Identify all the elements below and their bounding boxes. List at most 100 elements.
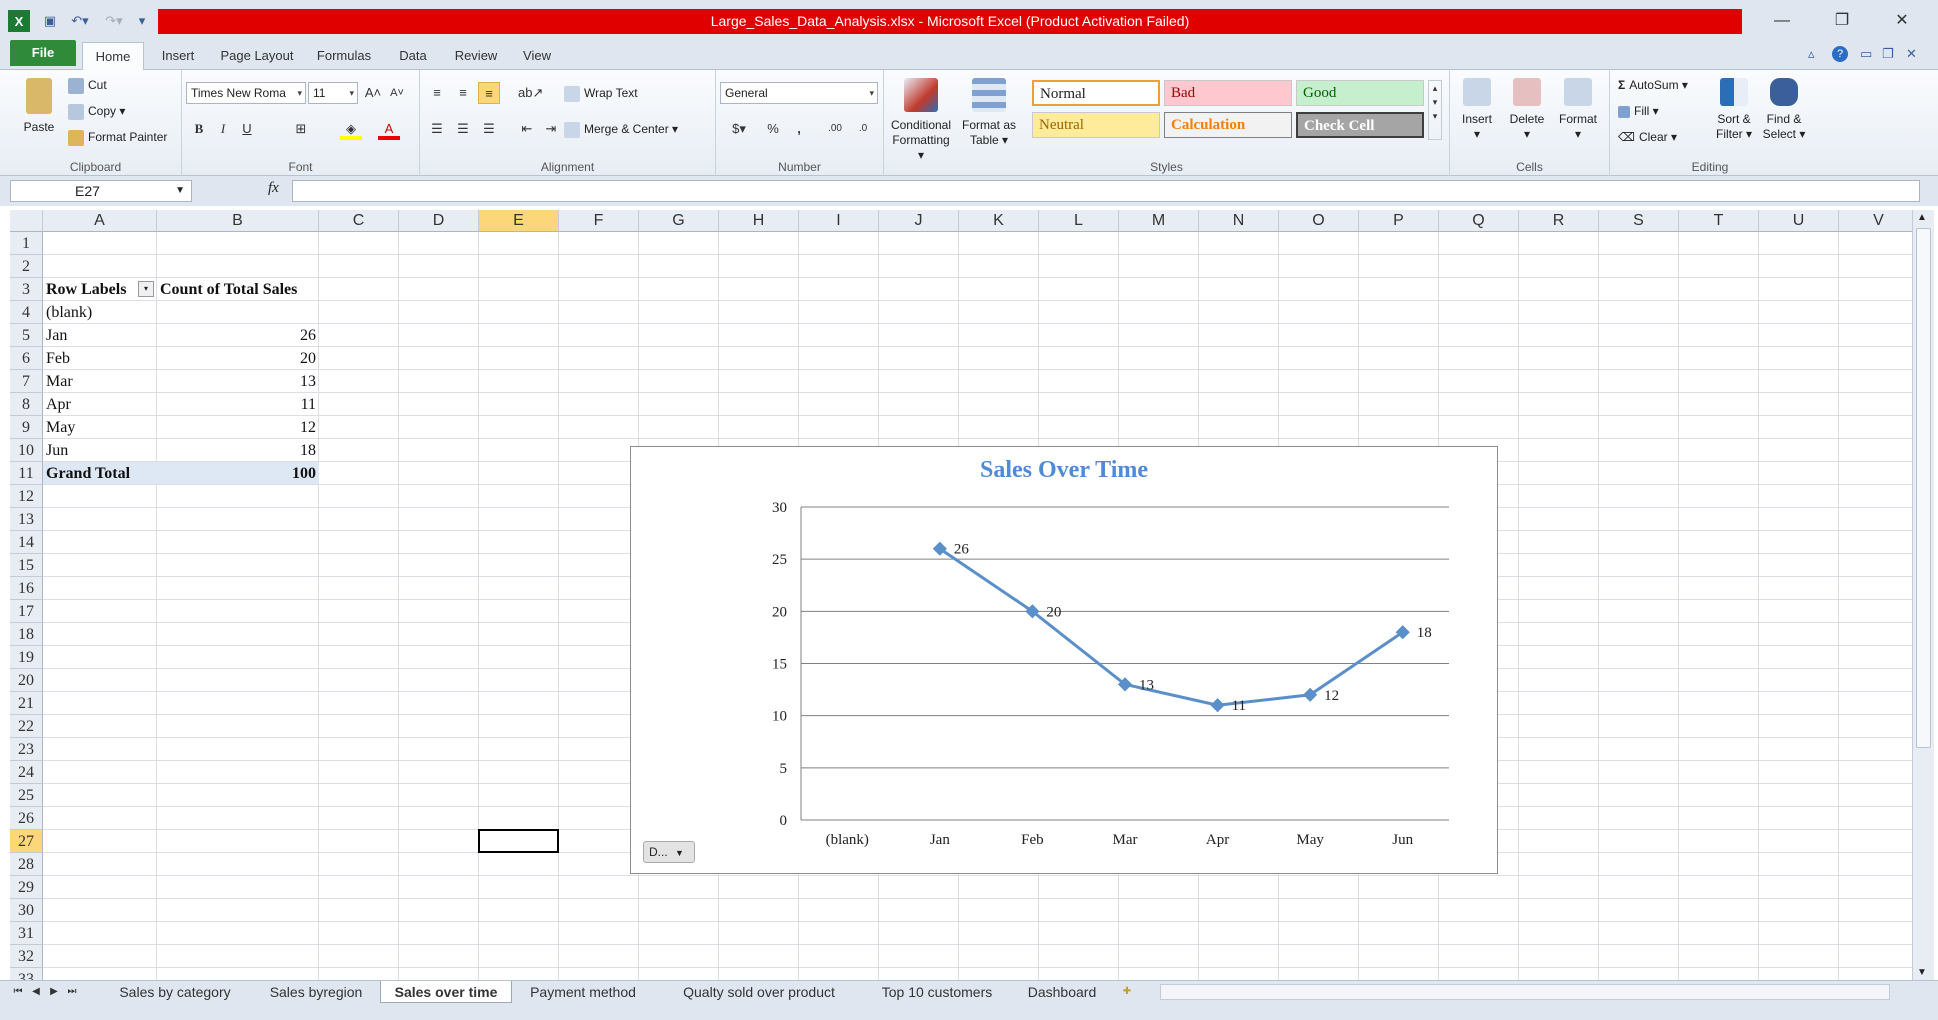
decrease-decimal-icon[interactable]: .0	[852, 118, 874, 140]
restore-button[interactable]: ❐	[1822, 10, 1862, 32]
align-center-icon[interactable]: ☰	[452, 118, 474, 140]
help-icon[interactable]: ?	[1832, 46, 1848, 62]
tab-file[interactable]: File	[10, 40, 76, 66]
column-header-q[interactable]: Q	[1439, 210, 1519, 232]
style-check-cell[interactable]: Check Cell	[1296, 112, 1424, 138]
clear-button[interactable]: ⌫ Clear ▾	[1618, 130, 1677, 144]
row-header-9[interactable]: 9	[10, 416, 43, 439]
grow-font-icon[interactable]: A˄	[362, 82, 384, 104]
align-top-icon[interactable]: ≡	[426, 82, 448, 104]
last-sheet-icon[interactable]: ⏭	[64, 981, 80, 1003]
row-header-27[interactable]: 27	[10, 830, 43, 853]
sheet-tab-dashboard[interactable]: Dashboard	[1014, 981, 1110, 1003]
column-header-i[interactable]: I	[799, 210, 879, 232]
tab-review[interactable]: Review	[446, 42, 506, 70]
column-header-b[interactable]: B	[157, 210, 319, 232]
excel-app-icon[interactable]: X	[8, 10, 30, 32]
delete-cells-button[interactable]: Delete ▾	[1504, 78, 1550, 142]
row-header-33[interactable]: 33	[10, 968, 43, 980]
wb-minimize-icon[interactable]: ▭	[1860, 46, 1872, 62]
row-header-26[interactable]: 26	[10, 807, 43, 830]
wb-restore-icon[interactable]: ❐	[1882, 46, 1894, 62]
sheet-tab-sales-by-region[interactable]: Sales byregion	[256, 981, 376, 1003]
redo-icon[interactable]: ↷▾	[100, 10, 128, 32]
column-header-e[interactable]: E	[479, 210, 559, 232]
row-header-19[interactable]: 19	[10, 646, 43, 669]
column-header-l[interactable]: L	[1039, 210, 1119, 232]
row-labels-filter-button[interactable]: ▾	[138, 281, 154, 297]
row-header-12[interactable]: 12	[10, 485, 43, 508]
active-cell-outline[interactable]	[478, 829, 559, 853]
style-neutral[interactable]: Neutral	[1032, 112, 1160, 138]
row-header-30[interactable]: 30	[10, 899, 43, 922]
row-header-24[interactable]: 24	[10, 761, 43, 784]
wrap-text-button[interactable]: Wrap Text	[564, 86, 638, 102]
row-header-23[interactable]: 23	[10, 738, 43, 761]
close-button[interactable]: ✕	[1882, 10, 1922, 32]
column-header-k[interactable]: K	[959, 210, 1039, 232]
customize-qat-icon[interactable]: ▾	[134, 10, 150, 32]
currency-icon[interactable]: $▾	[724, 118, 754, 140]
row-header-7[interactable]: 7	[10, 370, 43, 393]
align-right-icon[interactable]: ☰	[478, 118, 500, 140]
row-header-8[interactable]: 8	[10, 393, 43, 416]
minimize-button[interactable]: —	[1762, 10, 1802, 32]
row-header-6[interactable]: 6	[10, 347, 43, 370]
row-header-13[interactable]: 13	[10, 508, 43, 531]
shrink-font-icon[interactable]: A˅	[386, 82, 408, 104]
conditional-formatting-button[interactable]: Conditional Formatting ▾	[888, 78, 954, 163]
borders-icon[interactable]: ⊞	[290, 118, 312, 140]
column-header-f[interactable]: F	[559, 210, 639, 232]
percent-button[interactable]: %	[762, 118, 784, 140]
orientation-icon[interactable]: ab↗	[518, 82, 543, 104]
column-header-j[interactable]: J	[879, 210, 959, 232]
tab-home[interactable]: Home	[82, 42, 144, 71]
decrease-indent-icon[interactable]: ⇤	[516, 118, 538, 140]
sheet-tab-top-10-customers[interactable]: Top 10 customers	[866, 981, 1008, 1003]
italic-button[interactable]: I	[212, 118, 234, 140]
fill-color-icon[interactable]: ◈	[340, 118, 362, 140]
insert-function-icon[interactable]: fx	[268, 180, 279, 197]
row-header-25[interactable]: 25	[10, 784, 43, 807]
formula-input[interactable]	[292, 180, 1920, 202]
column-header-d[interactable]: D	[399, 210, 479, 232]
bold-button[interactable]: B	[188, 118, 210, 140]
vertical-scrollbar[interactable]: ▲ ▼	[1912, 210, 1934, 980]
row-header-10[interactable]: 10	[10, 439, 43, 462]
underline-button[interactable]: U	[236, 118, 258, 140]
format-painter-button[interactable]: Format Painter	[68, 130, 167, 146]
sheet-tab-sales-by-category[interactable]: Sales by category	[100, 981, 250, 1003]
row-header-32[interactable]: 32	[10, 945, 43, 968]
tab-data[interactable]: Data	[388, 42, 438, 70]
format-cells-button[interactable]: Format ▾	[1554, 78, 1602, 142]
sort-filter-button[interactable]: Sort & Filter ▾	[1710, 78, 1758, 142]
scroll-down-icon[interactable]: ▼	[1917, 967, 1927, 978]
style-good[interactable]: Good	[1296, 80, 1424, 106]
paste-button[interactable]: Paste	[18, 78, 60, 135]
cut-button[interactable]: Cut	[68, 78, 107, 94]
sheet-tab-payment-method[interactable]: Payment method	[518, 981, 648, 1003]
row-header-5[interactable]: 5	[10, 324, 43, 347]
find-select-button[interactable]: Find & Select ▾	[1760, 78, 1808, 142]
column-header-p[interactable]: P	[1359, 210, 1439, 232]
sales-over-time-chart[interactable]: Sales Over Time 0 5 10 15 20 25 30 (blank) Jan Fe…	[630, 446, 1498, 874]
tab-insert[interactable]: Insert	[150, 42, 206, 70]
scroll-thumb[interactable]	[1916, 228, 1931, 748]
row-header-1[interactable]: 1	[10, 232, 43, 255]
column-header-o[interactable]: O	[1279, 210, 1359, 232]
horizontal-scrollbar[interactable]	[1160, 984, 1890, 1000]
column-header-a[interactable]: A	[43, 210, 157, 232]
column-header-c[interactable]: C	[319, 210, 399, 232]
tab-page-layout[interactable]: Page Layout	[212, 42, 302, 70]
copy-button[interactable]: Copy ▾	[68, 104, 125, 120]
select-all-corner[interactable]	[10, 210, 43, 232]
prev-sheet-icon[interactable]: ◀	[28, 981, 44, 1003]
row-header-20[interactable]: 20	[10, 669, 43, 692]
merge-center-button[interactable]: Merge & Center ▾	[564, 122, 678, 138]
align-bottom-icon[interactable]: ≡	[478, 82, 500, 104]
fill-button[interactable]: Fill ▾	[1618, 104, 1659, 118]
scroll-up-icon[interactable]: ▲	[1917, 212, 1927, 223]
column-header-n[interactable]: N	[1199, 210, 1279, 232]
tab-view[interactable]: View	[512, 42, 562, 70]
font-name-combo[interactable]: Times New Roma ▾	[186, 82, 306, 104]
